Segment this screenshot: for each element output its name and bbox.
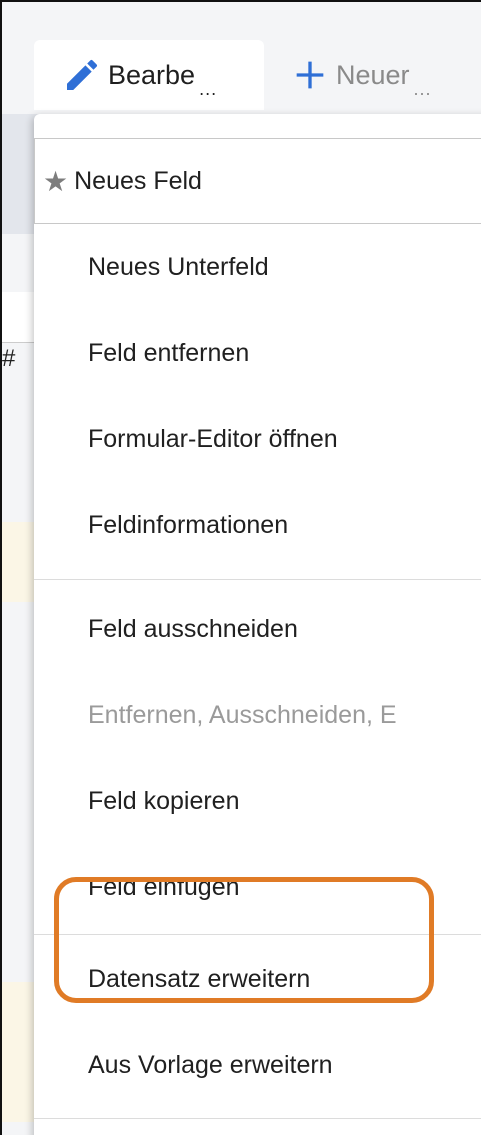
menu-item-remove-field[interactable]: Feld entfernen — [34, 310, 481, 396]
menu-item-extend-record[interactable]: Datensatz erweitern — [34, 936, 481, 1022]
menu-item-label: Aus Vorlage erweitern — [88, 1050, 333, 1079]
menu-item-new-field[interactable]: ★ Neues Feld — [34, 138, 481, 224]
menu-divider — [34, 1118, 481, 1119]
menu-item-remove-cut-disabled: Entfernen, Ausschneiden, E — [34, 672, 481, 758]
new-menu-label: Neuer — [336, 59, 410, 90]
menu-item-label: Neues Feld — [74, 166, 202, 195]
menu-item-cut-field[interactable]: Feld ausschneiden — [34, 586, 481, 672]
menu-item-field-info[interactable]: Feldinformationen — [34, 482, 481, 568]
menu-item-new-subfield[interactable]: Neues Unterfeld — [34, 224, 481, 310]
menu-item-label: Feld kopieren — [88, 786, 240, 815]
menu-item-label: Formular-Editor öffnen — [88, 424, 338, 453]
menu-item-label: Feld ausschneiden — [88, 614, 298, 643]
pencil-icon — [67, 59, 98, 90]
menu-item-label: Datensatz erweitern — [88, 964, 311, 993]
new-menu-button[interactable]: Neuer ... — [290, 40, 432, 110]
plus-icon — [296, 61, 324, 89]
menu-item-paste-field[interactable]: Feld einfügen — [34, 844, 481, 930]
toolbar: Bearbe ... Neuer ... — [2, 2, 481, 114]
menu-item-open-form-editor[interactable]: Formular-Editor öffnen — [34, 396, 481, 482]
menu-divider — [34, 934, 481, 935]
menu-item-label: Feld entfernen — [88, 338, 250, 367]
menu-item-label: Neues Unterfeld — [88, 252, 269, 281]
edit-menu-button[interactable]: Bearbe ... — [34, 40, 264, 110]
edit-menu-label: Bearbe — [108, 59, 196, 90]
app-window: Bearbe ... Neuer ... # ★ Neues Feld Neue… — [0, 0, 481, 1135]
edit-dropdown-menu: ★ Neues Feld Neues Unterfeld Feld entfer… — [34, 114, 481, 1135]
menu-divider — [34, 579, 481, 580]
menu-item-label: Entfernen, Ausschneiden, E — [88, 700, 397, 729]
background-hash-mark: # — [2, 345, 16, 372]
star-icon: ★ — [43, 165, 69, 197]
edit-menu-ellipsis: ... — [199, 78, 218, 99]
menu-item-extend-from-template[interactable]: Aus Vorlage erweitern — [34, 1022, 481, 1108]
menu-item-copy-field[interactable]: Feld kopieren — [34, 758, 481, 844]
menu-item-label: Feld einfügen — [88, 872, 240, 901]
new-menu-ellipsis: ... — [413, 78, 432, 99]
menu-item-label: Feldinformationen — [88, 510, 289, 539]
